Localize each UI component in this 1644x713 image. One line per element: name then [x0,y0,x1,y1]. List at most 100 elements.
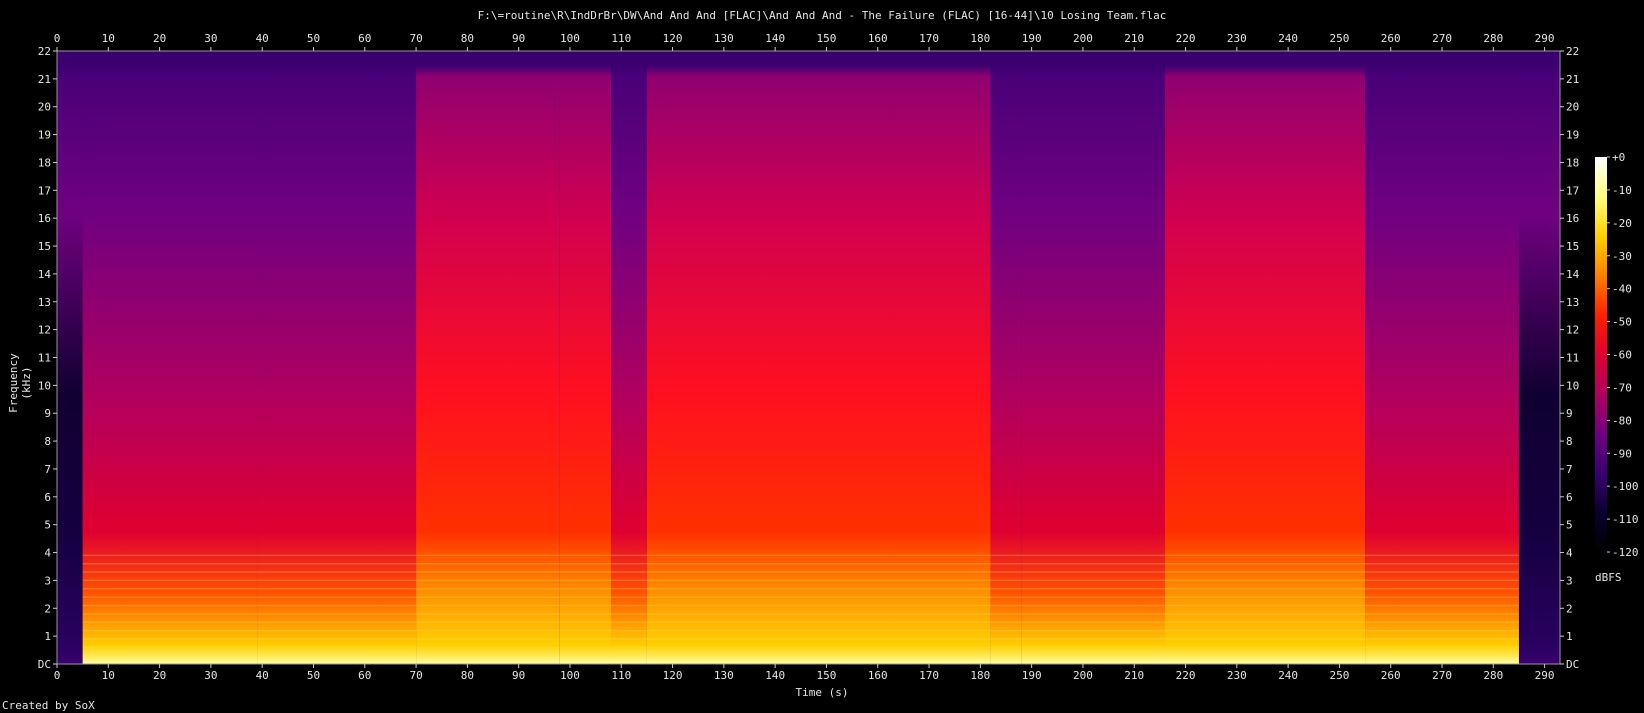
colorbar-tick-label: -50 [1612,316,1632,329]
x-tick-label: 130 [714,32,734,45]
y-tick-label: 12 [1566,324,1579,337]
x-tick-label: 40 [256,32,269,45]
y-tick-label: 3 [44,574,51,587]
y-tick-label: 21 [38,73,51,86]
x-tick-label: 220 [1176,32,1196,45]
x-tick-label: 20 [153,32,166,45]
x-tick-label: 100 [560,669,580,682]
y-tick-label: 17 [38,184,51,197]
x-tick-label: 170 [919,669,939,682]
x-tick-label: 50 [307,32,320,45]
x-tick-label: 290 [1535,669,1555,682]
x-tick-label: 270 [1432,32,1452,45]
y-tick-label: 10 [1566,379,1579,392]
x-tick-label: 270 [1432,669,1452,682]
x-tick-label: 100 [560,32,580,45]
y-tick-label: 11 [1566,352,1579,365]
x-axis-label: Time (s) [795,686,849,699]
x-tick-label: 150 [817,32,837,45]
credit-text: Created by SoX [2,699,95,712]
y-tick-label: 19 [1566,129,1579,142]
x-tick-label: 140 [765,669,785,682]
x-tick-label: 190 [1022,32,1042,45]
colorbar-tick-label: -10 [1612,184,1632,197]
y-tick-label: 7 [1566,463,1573,476]
y-tick-label: 17 [1566,184,1579,197]
x-tick-label: 120 [663,32,683,45]
x-tick-label: 90 [512,669,525,682]
spectrogram-plot: 0 0 10 10 20 20 30 30 40 40 50 50 60 60 70 70 80 80 90 90 10… [38,32,1639,682]
x-tick-label: 240 [1278,32,1298,45]
colorbar-tick-label: -80 [1612,414,1632,427]
x-tick-label: 230 [1227,669,1247,682]
x-tick-label: 250 [1329,32,1349,45]
y-tick-label: 7 [44,463,51,476]
x-tick-label: 130 [714,669,734,682]
spectrogram-segment [416,64,560,664]
x-tick-label: 160 [868,669,888,682]
colorbar-tick-label: -120 [1612,546,1639,559]
x-tick-label: 280 [1483,32,1503,45]
colorbar-tick-label: +0 [1612,151,1625,164]
x-tick-label: 240 [1278,669,1298,682]
colorbar-tick-label: -70 [1612,381,1632,394]
y-tick-label: 4 [1566,547,1573,560]
y-tick-label: 10 [38,379,51,392]
y-tick-label: 6 [1566,491,1573,504]
y-tick-label: 16 [38,212,51,225]
y-tick-label: 20 [1566,101,1579,114]
colorbar [1595,157,1607,552]
x-tick-label: 110 [611,32,631,45]
x-tick-label: 70 [409,669,422,682]
x-tick-label: 140 [765,32,785,45]
x-tick-label: 10 [102,32,115,45]
x-tick-label: 200 [1073,669,1093,682]
spectrogram-segment [1518,64,1560,664]
x-tick-label: 210 [1124,32,1144,45]
x-tick-label: 260 [1381,669,1401,682]
y-axis-label: Frequency (kHz) [7,353,33,413]
colorbar-tick-label: -100 [1612,480,1639,493]
y-tick-label: 18 [38,156,51,169]
spectrogram-segment [1021,64,1166,664]
x-tick-label: 210 [1124,669,1144,682]
y-tick-label: 4 [44,547,51,560]
colorbar-tick-label: -30 [1612,250,1632,263]
x-tick-label: 150 [817,669,837,682]
x-tick-label: 0 [54,32,61,45]
x-tick-label: 10 [102,669,115,682]
x-tick-label: 0 [54,669,61,682]
colorbar-tick-label: -90 [1612,447,1632,460]
spectrogram-segment [257,64,417,664]
y-tick-label: 6 [44,491,51,504]
spectrogram-segment [990,64,1022,664]
y-tick-label: 13 [1566,296,1579,309]
y-tick-label: 21 [1566,73,1579,86]
y-tick-label: 22 [38,45,51,58]
x-tick-label: 220 [1176,669,1196,682]
y-tick-label: 15 [38,240,51,253]
x-tick-label: 230 [1227,32,1247,45]
x-tick-label: 50 [307,669,320,682]
y-tick-label: DC [1566,658,1579,671]
x-tick-label: 30 [204,669,217,682]
colorbar-tick-label: -60 [1612,349,1632,362]
y-tick-label: 18 [1566,156,1579,169]
y-tick-label: 2 [44,602,51,615]
x-tick-label: 250 [1329,669,1349,682]
y-tick-label: 20 [38,101,51,114]
y-tick-label: 12 [38,324,51,337]
x-tick-label: 160 [868,32,888,45]
x-tick-label: 190 [1022,669,1042,682]
y-tick-label: 14 [38,268,52,281]
x-tick-label: 30 [204,32,217,45]
y-tick-label: 3 [1566,574,1573,587]
spectrogram-segment [559,64,612,664]
x-tick-label: 40 [256,669,269,682]
y-tick-label: 22 [1566,45,1579,58]
y-tick-label: 9 [1566,407,1573,420]
x-tick-label: 200 [1073,32,1093,45]
x-tick-label: 80 [461,669,474,682]
x-tick-label: 180 [970,669,990,682]
x-tick-label: 90 [512,32,525,45]
